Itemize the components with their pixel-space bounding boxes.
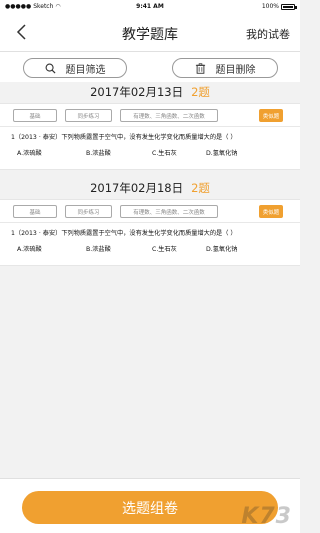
search-icon [45,63,56,74]
question-card: 基础 同步练习 有理数、三角函数、二次函数 类似题 1（2013 · 泰安）下列… [0,199,300,266]
question-text[interactable]: 1（2013 · 泰安）下列物质露置于空气中，没有发生化学变化而质量增大的是（ … [11,132,237,141]
type-tag[interactable]: 同步练习 [65,109,112,122]
option-b[interactable]: B.浓盐酸 [86,244,111,253]
similar-questions-button[interactable]: 类似题 [259,109,283,122]
trash-icon [195,62,205,74]
delete-questions-label: 题目删除 [215,64,256,76]
question-count: 2题 [191,181,210,195]
date-header: 2017年02月13日 2题 [0,84,300,100]
similar-questions-button[interactable]: 类似题 [259,205,283,218]
option-c[interactable]: C.生石灰 [152,244,177,253]
question-card: 基础 同步练习 有理数、三角函数、二次函数 类似题 1（2013 · 泰安）下列… [0,103,300,170]
option-a[interactable]: A.浓硫酸 [17,148,42,157]
battery-info: 100% [261,3,297,10]
topic-tag[interactable]: 有理数、三角函数、二次函数 [120,109,218,122]
filter-questions-label: 题目筛选 [65,64,106,76]
toolbar: 题目筛选 题目删除 [0,52,300,82]
difficulty-tag[interactable]: 基础 [13,205,57,218]
compose-paper-button[interactable]: 选题组卷 [22,491,278,524]
topic-tag[interactable]: 有理数、三角函数、二次函数 [120,205,218,218]
divider [0,222,300,223]
question-text[interactable]: 1（2013 · 泰安）下列物质露置于空气中，没有发生化学变化而质量增大的是（ … [11,228,237,237]
type-tag[interactable]: 同步练习 [65,205,112,218]
difficulty-tag[interactable]: 基础 [13,109,57,122]
option-d[interactable]: D.氢氧化钠 [206,148,237,157]
divider [0,126,300,127]
date-header: 2017年02月18日 2题 [0,180,300,196]
question-count: 2题 [191,85,210,99]
date-label: 2017年02月13日 [90,85,184,99]
bottom-bar: 选题组卷 K73 [0,478,300,533]
battery-percent: 100% [261,3,279,10]
my-papers-link[interactable]: 我的试卷 [246,26,290,42]
filter-questions-button[interactable]: 题目筛选 [23,58,127,78]
status-bar: ●●●●● Sketch ◠ 9:41 AM 100% [0,0,300,14]
nav-bar: 教学题库 我的试卷 [0,14,300,52]
watermark-logo: K73 [241,504,292,529]
option-b[interactable]: B.浓盐酸 [86,148,111,157]
option-d[interactable]: D.氢氧化钠 [206,244,237,253]
delete-questions-button[interactable]: 题目删除 [172,58,278,78]
status-time: 9:41 AM [136,3,164,10]
date-label: 2017年02月18日 [90,181,184,195]
option-a[interactable]: A.浓硫酸 [17,244,42,253]
option-c[interactable]: C.生石灰 [152,148,177,157]
battery-icon [281,3,297,10]
